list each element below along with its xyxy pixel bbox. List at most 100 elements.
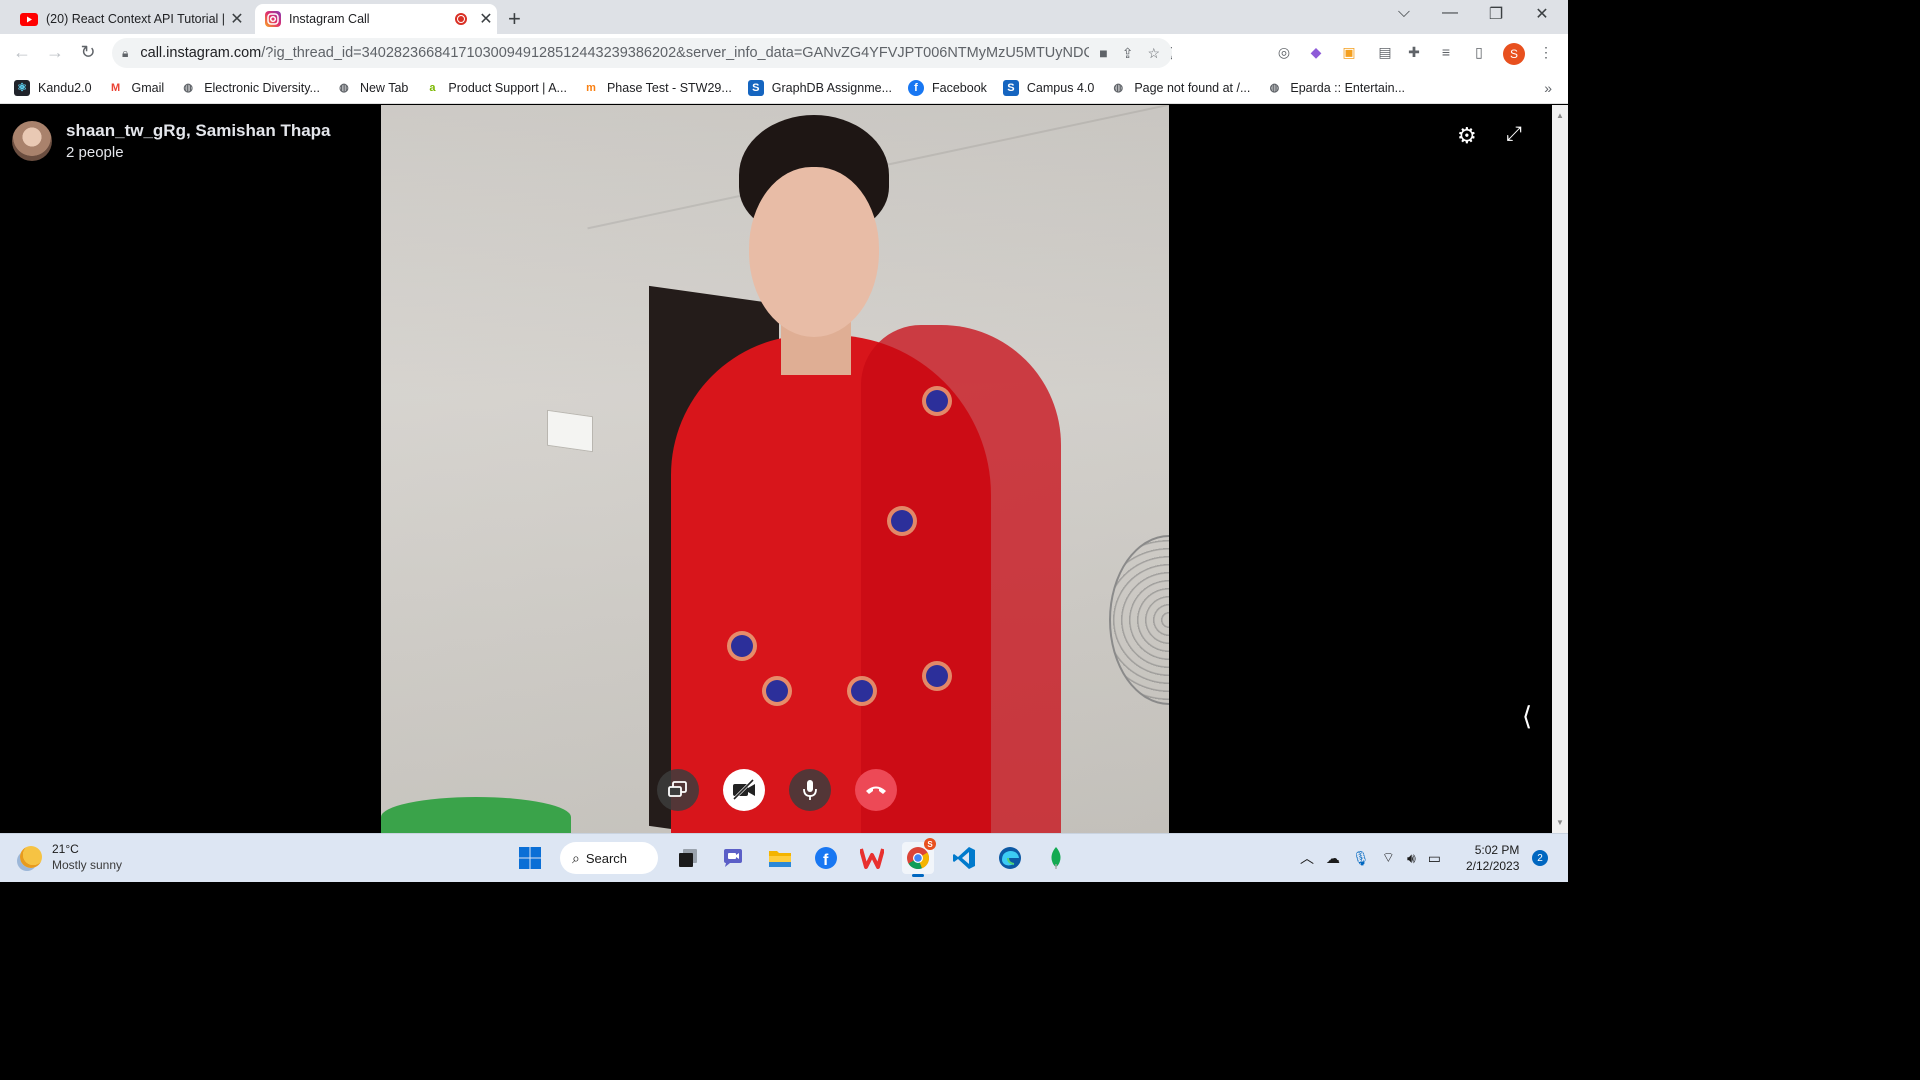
media-controls-icon[interactable]: ≡ (1436, 44, 1456, 64)
vscode-icon[interactable] (948, 842, 980, 874)
clock-date: 2/12/2023 (1466, 859, 1520, 873)
camera-off-icon (732, 779, 755, 801)
camera-toggle-button[interactable] (723, 769, 765, 811)
avatar[interactable] (12, 121, 52, 161)
tab-label: (20) React Context API Tutorial | C (46, 12, 226, 26)
remote-video (381, 105, 1169, 833)
video-embroidery (731, 635, 753, 657)
bookmark-star-icon[interactable]: ☆ (1147, 45, 1160, 62)
video-embroidery (851, 680, 873, 702)
search-label: Search (585, 850, 628, 866)
fullscreen-icon[interactable]: ⤢ (1506, 123, 1522, 146)
bookmark-item[interactable]: S Campus 4.0 (1002, 79, 1094, 96)
taskbar-search[interactable]: ⌕ Search (560, 842, 658, 874)
battery-icon[interactable]: ▭ (1428, 850, 1441, 867)
globe-icon: ◍ (339, 82, 349, 94)
screen-share-button[interactable] (657, 769, 699, 811)
s-icon: S (747, 79, 764, 96)
moodle-icon: m (586, 81, 596, 94)
page-scrollbar[interactable]: ▲ ▼ (1552, 105, 1568, 833)
minimize-button[interactable]: — (1427, 4, 1473, 22)
bookmark-item[interactable]: ◍ New Tab (336, 80, 408, 96)
bookmark-item[interactable]: ◍ Eparda :: Entertain... (1266, 80, 1405, 96)
clock[interactable]: 5:02 PM 2/12/2023 (1466, 842, 1519, 874)
bookmarks-bar: ⚛ Kandu2.0 M Gmail ◍ Electronic Diversity..… (0, 72, 1568, 104)
microphone-in-use-icon[interactable]: 🎙︎ (1352, 850, 1370, 867)
extension-icon[interactable]: ◎ (1274, 44, 1294, 64)
restore-button[interactable]: ❐ (1473, 4, 1519, 24)
side-panel-icon[interactable]: ▯ (1469, 44, 1489, 64)
partly-sunny-icon (20, 846, 42, 868)
tab-youtube[interactable]: (20) React Context API Tutorial | C ✕ (8, 4, 248, 34)
call-area: shaan_tw_gRg, Samishan Thapa 2 people ⚙ … (0, 105, 1568, 833)
s-icon: S (1002, 79, 1019, 96)
share-icon[interactable]: ⇪ (1122, 45, 1134, 62)
profile-avatar[interactable]: S (1503, 43, 1525, 65)
settings-gear-icon[interactable]: ⚙ (1457, 123, 1477, 149)
windows-start-icon[interactable] (514, 842, 546, 874)
video-person-veil (861, 325, 1061, 833)
chevron-up-icon[interactable]: ︿ (1300, 848, 1314, 868)
scroll-up-icon[interactable]: ▲ (1556, 111, 1564, 120)
new-tab-button[interactable]: + (508, 6, 521, 32)
bookmark-item[interactable]: f Facebook (908, 79, 987, 96)
end-call-button[interactable] (855, 769, 897, 811)
extensions-puzzle-icon[interactable]: ✚ (1404, 44, 1424, 64)
bookmark-item[interactable]: ◍ Electronic Diversity... (180, 80, 320, 96)
tab-close-icon[interactable]: ✕ (226, 9, 248, 29)
bookmarks-overflow-icon[interactable]: » (1544, 80, 1552, 96)
task-view-icon[interactable] (672, 842, 704, 874)
microphone-button[interactable] (789, 769, 831, 811)
chrome-icon[interactable]: S (902, 838, 936, 877)
extension-icon[interactable]: ▣ (1339, 44, 1359, 64)
youtube-icon (20, 12, 38, 26)
onedrive-cloud-icon[interactable]: ☁ (1326, 850, 1340, 867)
scroll-down-icon[interactable]: ▼ (1556, 818, 1564, 827)
bookmark-item[interactable]: ◍ Page not found at /... (1110, 80, 1251, 96)
globe-icon: ◍ (1269, 82, 1280, 94)
teams-chat-icon[interactable] (718, 842, 750, 874)
taskbar-apps: ⌕ Search f S (514, 838, 1072, 877)
url-text[interactable]: call.instagram.com/?ig_thread_id=3402823… (140, 45, 1172, 61)
wifi-icon[interactable]: ⌔ (1382, 849, 1395, 867)
menu-kebab-icon[interactable]: ⋮ (1536, 44, 1556, 64)
video-switchboard (547, 409, 593, 453)
notification-badge[interactable]: 2 (1532, 850, 1548, 866)
facebook-icon[interactable]: f (810, 842, 842, 874)
gmail-icon: M (110, 81, 121, 94)
back-button[interactable]: ← (10, 42, 34, 63)
reload-button[interactable]: ↻ (76, 42, 100, 63)
hang-up-icon (866, 786, 886, 794)
forward-button[interactable]: → (43, 42, 67, 63)
bookmark-item[interactable]: M Gmail (108, 80, 164, 96)
volume-icon[interactable]: 🔊︎ (1407, 850, 1416, 867)
file-explorer-icon[interactable] (764, 842, 796, 874)
extension-icon[interactable]: ◆ (1306, 44, 1326, 64)
react-icon: ⚛ (14, 79, 30, 96)
globe-icon: ◍ (183, 82, 193, 94)
chevron-left-icon[interactable]: ⟨ (1522, 701, 1532, 732)
bookmark-item[interactable]: m Phase Test - STW29... (583, 80, 732, 96)
weather-temperature: 21°C (52, 842, 79, 856)
tab-bar: (20) React Context API Tutorial | C ✕ In… (0, 0, 1568, 34)
address-bar[interactable]: 🔒︎ call.instagram.com/?ig_thread_id=3402… (112, 38, 1172, 68)
browser-toolbar: ← → ↻ 🔒︎ call.instagram.com/?ig_thread_i… (0, 34, 1568, 72)
close-window-button[interactable]: ✕ (1519, 4, 1565, 24)
recording-indicator-icon (455, 13, 467, 25)
microphone-icon (803, 780, 817, 800)
tab-search-dropdown-icon[interactable]: ⌵ (1381, 4, 1427, 22)
extension-off-icon[interactable]: ▤ (1375, 44, 1395, 64)
mongodb-icon[interactable] (1040, 842, 1072, 874)
tab-instagram-call[interactable]: Instagram Call ✕ (255, 4, 497, 34)
camera-in-use-icon[interactable]: ■ (1099, 45, 1107, 61)
weather-widget[interactable]: 21°C Mostly sunny (20, 842, 122, 872)
video-chair (381, 797, 571, 833)
facebook-icon: f (908, 79, 924, 96)
clock-time: 5:02 PM (1474, 843, 1520, 857)
bookmark-item[interactable]: a Product Support | A... (424, 80, 567, 96)
bookmark-item[interactable]: ⚛ Kandu2.0 (14, 79, 92, 96)
tab-close-icon[interactable]: ✕ (475, 9, 497, 29)
edge-icon[interactable] (994, 842, 1026, 874)
bookmark-item[interactable]: S GraphDB Assignme... (747, 79, 892, 96)
wps-office-icon[interactable] (856, 842, 888, 874)
